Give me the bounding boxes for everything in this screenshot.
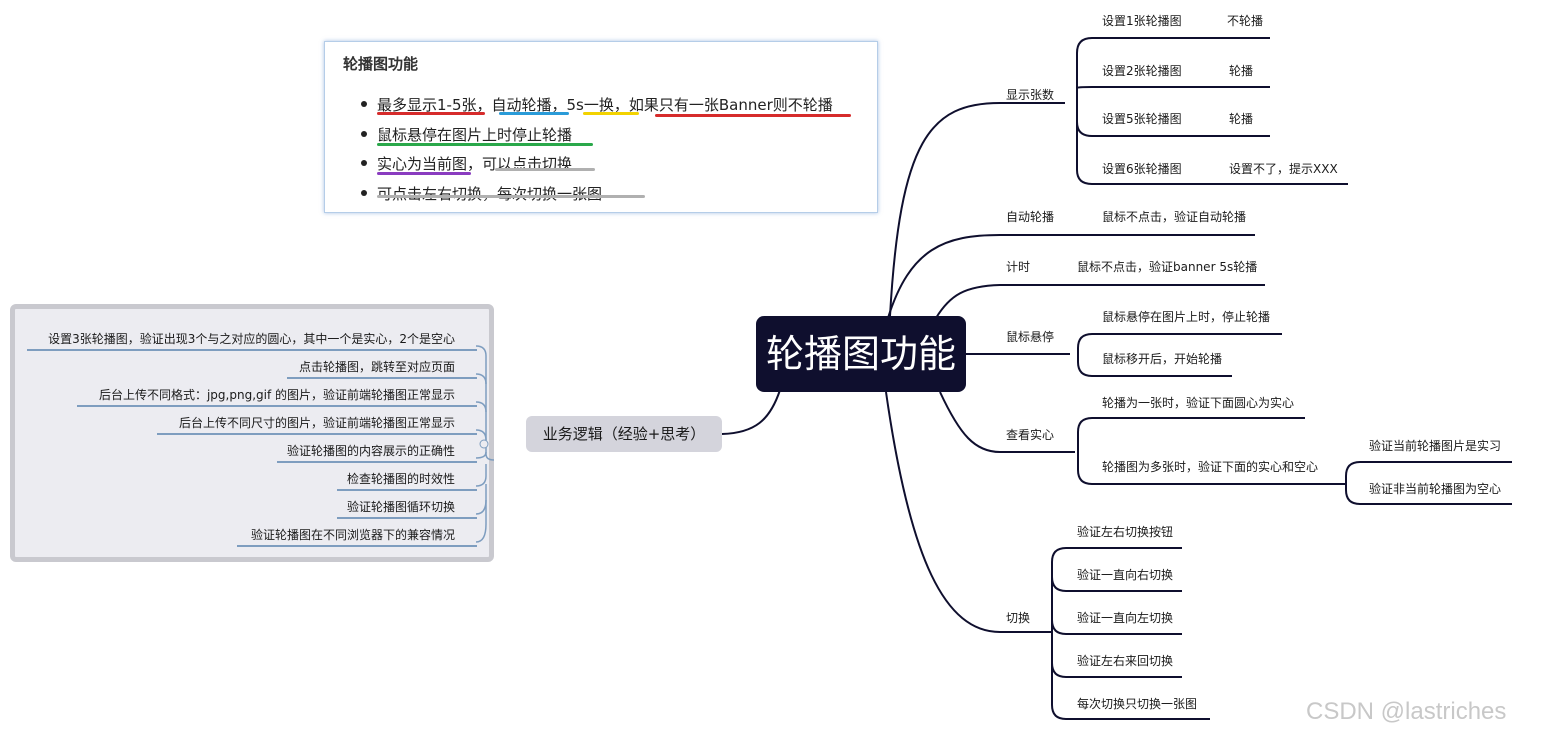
note-line: 可点击左右切换，每次切换一张图 — [377, 185, 603, 203]
switch-item[interactable]: 验证一直向右切换 — [1077, 568, 1173, 582]
display-item[interactable]: 设置6张轮播图 — [1102, 162, 1182, 176]
display-result: 轮播 — [1229, 112, 1254, 126]
bracket-display-count — [1076, 37, 1093, 185]
panel-item: 点击轮播图，跳转至对应页面 — [298, 360, 455, 374]
switch-item[interactable]: 验证左右切换按钮 — [1077, 525, 1173, 539]
branch-switch[interactable]: 切换 — [1006, 611, 1030, 625]
display-item[interactable]: 设置1张轮播图 — [1102, 14, 1182, 28]
branch-auto-play[interactable]: 自动轮播 — [1006, 210, 1054, 224]
underline-mark — [377, 143, 593, 146]
branch-dots[interactable]: 查看实心 — [1006, 428, 1054, 442]
branch-timer[interactable]: 计时 — [1006, 260, 1030, 274]
hover-item[interactable]: 鼠标移开后，开始轮播 — [1102, 352, 1222, 366]
underline-mark — [377, 112, 485, 115]
underline-mark — [655, 114, 851, 117]
switch-item[interactable]: 验证一直向左切换 — [1077, 611, 1173, 625]
connector-business — [721, 389, 781, 435]
timer-item[interactable]: 鼠标不点击，验证banner 5s轮播 — [1077, 260, 1257, 274]
bracket-hover — [1077, 333, 1093, 377]
display-result: 不轮播 — [1227, 14, 1264, 28]
underline-mark — [377, 172, 471, 175]
underline-mark — [583, 112, 639, 115]
branch-display-count[interactable]: 显示张数 — [1006, 88, 1054, 102]
note-line: 鼠标悬停在图片上时停止轮播 — [377, 126, 573, 144]
panel-item: 后台上传不同格式：jpg,png,gif 的图片，验证前端轮播图正常显示 — [98, 388, 455, 402]
business-logic-node[interactable]: 业务逻辑（经验+思考） — [526, 416, 722, 452]
note-card: 轮播图功能 最多显示1-5张，自动轮播，5s一换，如果只有一张Banner则不轮… — [324, 41, 878, 213]
business-logic-panel: 设置3张轮播图，验证出现3个与之对应的圆心，其中一个是实心，2个是空心 点击轮播… — [10, 304, 494, 562]
panel-item: 检查轮播图的时效性 — [346, 472, 455, 486]
bracket-dots — [1077, 417, 1093, 485]
branch-hover[interactable]: 鼠标悬停 — [1006, 330, 1054, 344]
panel-item: 验证轮播图循环切换 — [346, 500, 455, 514]
panel-item: 验证轮播图在不同浏览器下的兼容情况 — [250, 528, 455, 542]
switch-item[interactable]: 每次切换只切换一张图 — [1077, 697, 1197, 711]
underline-mark — [377, 195, 645, 198]
display-item[interactable]: 设置2张轮播图 — [1102, 64, 1182, 78]
switch-item[interactable]: 验证左右来回切换 — [1077, 654, 1173, 668]
central-topic[interactable]: 轮播图功能 — [756, 316, 966, 392]
hover-item[interactable]: 鼠标悬停在图片上时，停止轮播 — [1102, 310, 1270, 324]
dots-sub-item[interactable]: 验证非当前轮播图为空心 — [1369, 482, 1501, 496]
display-result: 轮播 — [1229, 64, 1254, 78]
panel-item: 设置3张轮播图，验证出现3个与之对应的圆心，其中一个是实心，2个是空心 — [48, 332, 455, 346]
display-result: 设置不了，提示XXX — [1229, 162, 1338, 176]
display-item[interactable]: 设置5张轮播图 — [1102, 112, 1182, 126]
dots-item[interactable]: 轮播为一张时，验证下面圆心为实心 — [1102, 396, 1294, 410]
watermark: CSDN @lastriches — [1306, 698, 1507, 725]
panel-item: 验证轮播图的内容展示的正确性 — [286, 444, 455, 458]
connector-auto-play — [887, 234, 1255, 319]
panel-item: 后台上传不同尺寸的图片，验证前端轮播图正常显示 — [178, 416, 455, 430]
dots-item[interactable]: 轮播图为多张时，验证下面的实心和空心 — [1102, 460, 1318, 474]
underline-mark — [499, 112, 569, 115]
auto-play-item[interactable]: 鼠标不点击，验证自动轮播 — [1102, 210, 1246, 224]
note-title: 轮播图功能 — [343, 55, 419, 73]
connector-dots — [939, 391, 1075, 453]
underline-mark — [495, 168, 595, 171]
dots-sub-item[interactable]: 验证当前轮播图片是实习 — [1369, 439, 1501, 453]
bracket-dots-sub — [1345, 461, 1361, 505]
